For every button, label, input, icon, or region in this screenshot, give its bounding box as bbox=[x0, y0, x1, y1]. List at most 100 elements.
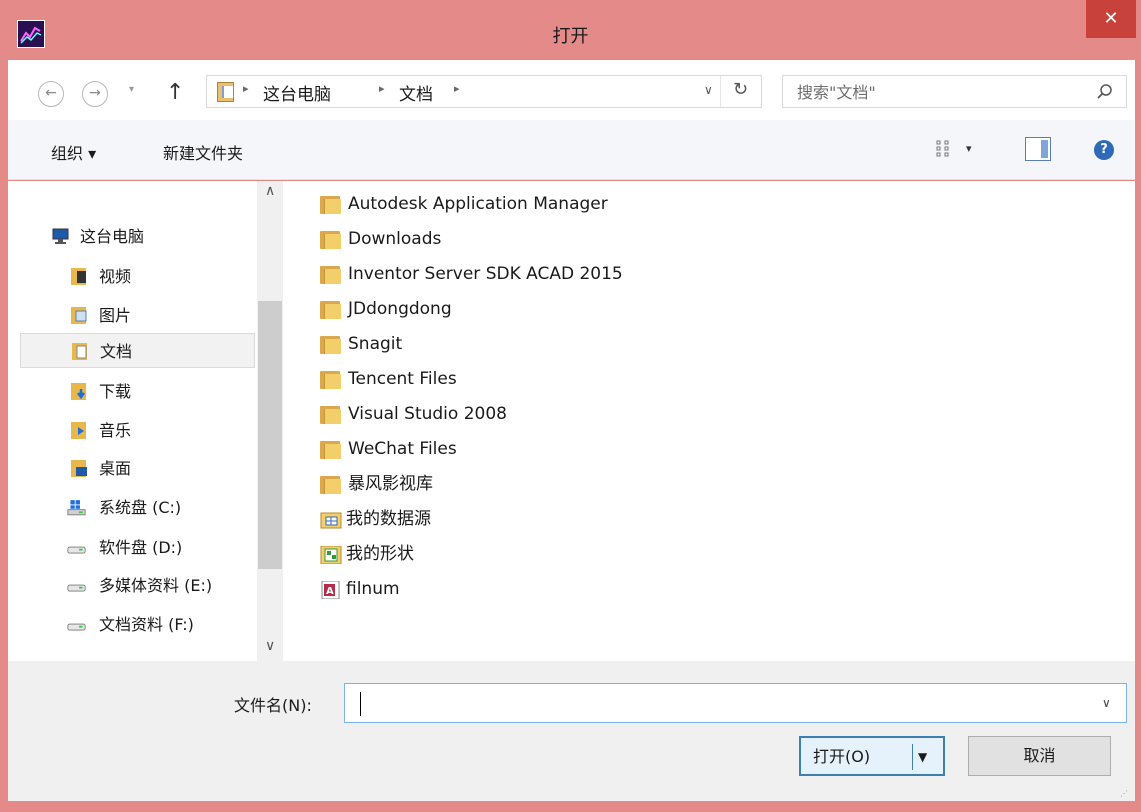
nav-pane-scrollbar[interactable]: ∧ ∨ bbox=[257, 181, 283, 661]
open-options-dropdown-icon[interactable]: ▼ bbox=[918, 738, 927, 776]
file-item-visual-studio-2008[interactable]: Visual Studio 2008 bbox=[318, 397, 718, 432]
text-cursor bbox=[360, 692, 361, 716]
navigation-pane: 这台电脑 视频 图片 文档 下载 音乐 桌面 系统盘 (C:) 软件盘 (D:)… bbox=[8, 181, 285, 661]
split-divider bbox=[912, 744, 913, 770]
scroll-up-icon[interactable]: ∧ bbox=[265, 183, 275, 199]
folder-icon bbox=[320, 231, 342, 249]
search-icon[interactable] bbox=[1095, 82, 1115, 102]
new-folder-button[interactable]: 新建文件夹 bbox=[163, 140, 243, 164]
back-button[interactable]: ← bbox=[38, 81, 64, 107]
folder-icon bbox=[320, 196, 342, 214]
refresh-icon[interactable]: ↻ bbox=[733, 79, 748, 100]
file-name: Tencent Files bbox=[348, 369, 457, 389]
resize-grip-icon[interactable]: ⋰ bbox=[1120, 789, 1128, 798]
downloads-folder-icon bbox=[71, 383, 86, 400]
nav-item-label: 音乐 bbox=[99, 421, 132, 440]
desktop-folder-icon bbox=[71, 460, 87, 477]
preview-pane-icon[interactable] bbox=[1025, 137, 1051, 161]
file-name: 我的形状 bbox=[346, 544, 414, 564]
search-box[interactable] bbox=[782, 75, 1127, 108]
pictures-folder-icon bbox=[71, 307, 87, 324]
system-drive-icon bbox=[67, 500, 86, 516]
filename-input[interactable] bbox=[353, 691, 1093, 715]
breadcrumb-separator-icon[interactable]: ▸ bbox=[243, 82, 249, 95]
file-item-inventor-server-sdk[interactable]: Inventor Server SDK ACAD 2015 bbox=[318, 257, 718, 292]
organize-menu[interactable]: 组织 ▾ bbox=[51, 140, 96, 164]
search-input[interactable] bbox=[797, 81, 1077, 103]
address-bar[interactable]: ▸ 这台电脑 ▸ 文档 ▸ ∨ ↻ bbox=[206, 75, 762, 108]
title-bar[interactable]: 打开 ✕ bbox=[0, 0, 1141, 60]
nav-item-label: 软件盘 (D:) bbox=[99, 538, 183, 557]
file-name: Visual Studio 2008 bbox=[348, 404, 507, 424]
nav-item-documents[interactable]: 文档 bbox=[20, 333, 255, 368]
file-item-autodesk-application-manager[interactable]: Autodesk Application Manager bbox=[318, 187, 718, 222]
dialog-footer: 文件名(N): ∨ 打开(O) ▼ 取消 ⋰ bbox=[8, 661, 1135, 801]
navigation-bar: ← → ▾ ↑ ▸ 这台电脑 ▸ 文档 ▸ ∨ ↻ bbox=[8, 60, 1135, 120]
shapes-icon bbox=[320, 546, 342, 564]
documents-folder-icon bbox=[72, 343, 87, 360]
filename-combobox[interactable]: ∨ bbox=[344, 683, 1127, 723]
file-item-my-shapes[interactable]: 我的形状 bbox=[318, 537, 718, 572]
close-button[interactable]: ✕ bbox=[1086, 0, 1136, 38]
file-name: WeChat Files bbox=[348, 439, 457, 459]
window-title: 打开 bbox=[552, 26, 589, 47]
videos-folder-icon bbox=[71, 268, 86, 285]
nav-item-label: 下载 bbox=[99, 382, 132, 401]
chevron-down-icon: ▾ bbox=[129, 84, 135, 95]
file-item-jddongdong[interactable]: JDdongdong bbox=[318, 292, 718, 327]
recent-locations-button[interactable]: ▾ bbox=[129, 84, 134, 95]
cancel-button[interactable]: 取消 bbox=[968, 736, 1111, 776]
file-name: JDdongdong bbox=[348, 299, 452, 319]
forward-button[interactable]: → bbox=[82, 81, 108, 107]
content-area: 这台电脑 视频 图片 文档 下载 音乐 桌面 系统盘 (C:) 软件盘 (D:)… bbox=[8, 181, 1135, 661]
file-item-snagit[interactable]: Snagit bbox=[318, 327, 718, 362]
file-name: Inventor Server SDK ACAD 2015 bbox=[348, 264, 623, 284]
file-item-baofeng-video-library[interactable]: 暴风影视库 bbox=[318, 467, 718, 502]
address-dropdown-icon[interactable]: ∨ bbox=[704, 83, 713, 97]
address-divider bbox=[720, 76, 721, 107]
file-item-my-data-sources[interactable]: 我的数据源 bbox=[318, 502, 718, 537]
nav-item-label: 系统盘 (C:) bbox=[99, 498, 182, 517]
help-icon[interactable]: ? bbox=[1094, 140, 1114, 160]
file-item-filnum[interactable]: A filnum bbox=[318, 572, 718, 607]
breadcrumb-this-pc[interactable]: 这台电脑 bbox=[263, 80, 331, 105]
folder-icon bbox=[320, 371, 342, 389]
view-dropdown-icon[interactable]: ▾ bbox=[966, 142, 972, 155]
open-button-label: 打开(O) bbox=[813, 747, 871, 766]
nav-item-label: 文档资料 (F:) bbox=[99, 615, 194, 634]
open-file-dialog: 打开 ✕ ← → ▾ ↑ ▸ 这台电脑 ▸ 文档 ▸ ∨ ↻ 搜索"文档" 组织… bbox=[0, 0, 1141, 812]
folder-icon bbox=[320, 301, 342, 319]
file-item-downloads[interactable]: Downloads bbox=[318, 222, 718, 257]
scroll-thumb[interactable] bbox=[258, 301, 282, 569]
file-name: filnum bbox=[346, 579, 400, 599]
nav-item-label: 文档 bbox=[100, 342, 133, 361]
breadcrumb-separator-icon[interactable]: ▸ bbox=[379, 82, 385, 95]
file-name: 我的数据源 bbox=[346, 509, 431, 529]
file-item-tencent-files[interactable]: Tencent Files bbox=[318, 362, 718, 397]
nav-item-label: 这台电脑 bbox=[80, 227, 145, 246]
breadcrumb-separator-icon[interactable]: ▸ bbox=[454, 82, 460, 95]
folder-icon bbox=[320, 406, 342, 424]
nav-item-this-pc[interactable]: 这台电脑 bbox=[44, 219, 279, 254]
data-source-icon bbox=[320, 512, 342, 529]
access-file-icon: A bbox=[321, 581, 340, 599]
drive-icon bbox=[67, 584, 86, 592]
file-item-wechat-files[interactable]: WeChat Files bbox=[318, 432, 718, 467]
up-button[interactable]: ↑ bbox=[166, 80, 184, 105]
view-options-icon[interactable] bbox=[936, 140, 954, 158]
nav-item-label: 图片 bbox=[99, 306, 132, 325]
nav-item-label: 桌面 bbox=[99, 459, 132, 478]
filename-dropdown-icon[interactable]: ∨ bbox=[1102, 696, 1111, 710]
command-toolbar: 组织 ▾ 新建文件夹 ▾ ? bbox=[8, 120, 1135, 180]
forward-arrow-icon: → bbox=[89, 85, 101, 101]
file-name: 暴风影视库 bbox=[348, 474, 433, 494]
scroll-down-icon[interactable]: ∨ bbox=[265, 638, 275, 654]
drive-icon bbox=[67, 546, 86, 554]
up-arrow-icon: ↑ bbox=[166, 80, 185, 105]
drive-icon bbox=[67, 623, 86, 631]
open-button[interactable]: 打开(O) ▼ bbox=[799, 736, 945, 776]
breadcrumb-documents[interactable]: 文档 bbox=[399, 80, 433, 105]
filename-label: 文件名(N): bbox=[234, 696, 312, 715]
file-name: Downloads bbox=[348, 229, 442, 249]
computer-icon bbox=[52, 228, 69, 244]
